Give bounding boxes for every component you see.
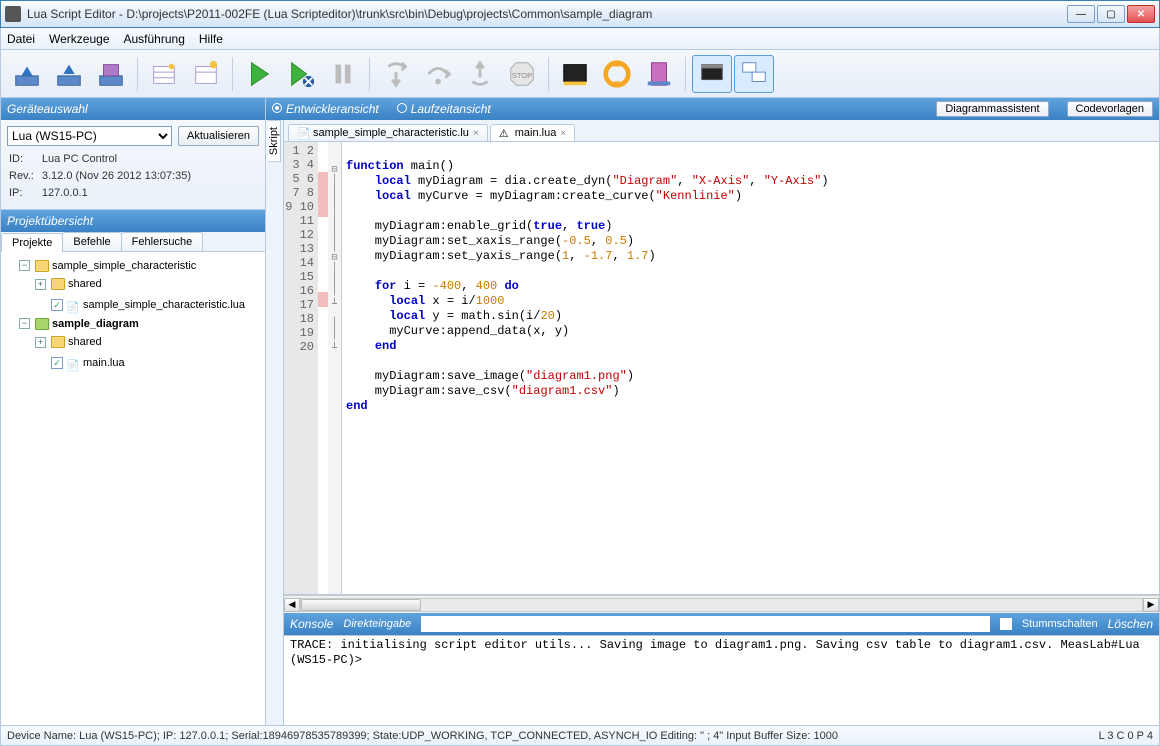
device-info: ID:Lua PC Control Rev.:3.12.0 (Nov 26 20… xyxy=(7,150,193,203)
status-bar: Device Name: Lua (WS15-PC); IP: 127.0.0.… xyxy=(0,726,1160,746)
maximize-button[interactable]: ▢ xyxy=(1097,5,1125,23)
project-tabs: Projekte Befehle Fehlersuche xyxy=(1,232,265,252)
project-panel-header: Projektübersicht xyxy=(1,210,265,232)
console-direct-label: Direkteingabe xyxy=(343,618,411,630)
scroll-thumb[interactable] xyxy=(301,599,421,611)
file-tab-2[interactable]: ⚠main.lua× xyxy=(490,124,575,141)
mute-checkbox[interactable] xyxy=(1000,618,1012,630)
code-editor[interactable]: 1 2 3 4 5 6 7 8 9 10 11 12 13 14 15 16 1… xyxy=(284,142,1159,595)
radio-on-icon[interactable] xyxy=(272,103,282,113)
menu-bar: Datei Werkzeuge Ausführung Hilfe xyxy=(0,28,1160,50)
run-button[interactable] xyxy=(239,55,279,93)
tab-befehle[interactable]: Befehle xyxy=(62,232,121,251)
status-left: Device Name: Lua (WS15-PC); IP: 127.0.0.… xyxy=(7,730,838,742)
sync-icon[interactable] xyxy=(597,55,637,93)
radio-off-icon[interactable] xyxy=(397,103,407,113)
warning-icon: ⚠ xyxy=(499,127,511,139)
refresh-button[interactable]: Aktualisieren xyxy=(178,126,259,146)
checkbox-icon[interactable]: ✓ xyxy=(51,299,63,311)
toolbar: STOP xyxy=(0,50,1160,98)
scroll-right-icon[interactable]: ▶ xyxy=(1143,598,1159,612)
device-panel-header: Geräteauswahl xyxy=(1,98,265,120)
project-tree[interactable]: −sample_simple_characteristic +shared ✓📄… xyxy=(1,252,265,725)
minimize-button[interactable]: — xyxy=(1067,5,1095,23)
window-dark-icon[interactable] xyxy=(692,55,732,93)
expander-icon[interactable]: + xyxy=(35,337,46,348)
stop-button[interactable]: STOP xyxy=(502,55,542,93)
device-select[interactable]: Lua (WS15-PC) xyxy=(7,126,172,146)
device-panel-title: Geräteauswahl xyxy=(7,102,88,116)
code-templates-button[interactable]: Codevorlagen xyxy=(1067,101,1154,117)
folder-icon xyxy=(51,278,65,290)
folder-icon xyxy=(51,336,65,348)
menu-datei[interactable]: Datei xyxy=(7,32,35,46)
tree-project-2[interactable]: sample_diagram xyxy=(52,315,139,333)
skript-sidebar-tab[interactable]: Skript xyxy=(266,120,284,725)
change-marker-gutter xyxy=(318,142,328,594)
tab-fehlersuche[interactable]: Fehlersuche xyxy=(121,232,204,251)
tree-project-1[interactable]: sample_simple_characteristic xyxy=(52,257,196,275)
close-button[interactable]: ✕ xyxy=(1127,5,1155,23)
line-number-gutter: 1 2 3 4 5 6 7 8 9 10 11 12 13 14 15 16 1… xyxy=(284,142,318,594)
view-developer[interactable]: Entwickleransicht xyxy=(272,102,379,116)
file-tab-1[interactable]: 📄sample_simple_characteristic.lu× xyxy=(288,124,488,141)
diagram-assistant-button[interactable]: Diagrammassistent xyxy=(936,101,1048,117)
checkbox-icon[interactable]: ✓ xyxy=(51,357,63,369)
console-output[interactable]: TRACE: initialising script editor utils.… xyxy=(284,635,1159,725)
tree-shared-1[interactable]: shared xyxy=(68,275,102,293)
code-area[interactable]: function main() local myDiagram = dia.cr… xyxy=(342,142,1159,594)
app-icon xyxy=(5,6,21,22)
mute-label: Stummschalten xyxy=(1022,618,1098,630)
tool-purple-icon[interactable] xyxy=(639,55,679,93)
file-tabs: 📄sample_simple_characteristic.lu× ⚠main.… xyxy=(284,120,1159,142)
editor-hscrollbar[interactable]: ◀ ▶ xyxy=(284,595,1159,613)
file-icon: 📄 xyxy=(297,127,309,139)
import-tray-icon[interactable] xyxy=(49,55,89,93)
status-cursor-pos: L 3 C 0 P 4 xyxy=(1099,730,1153,742)
expander-icon[interactable]: − xyxy=(19,260,30,271)
console-input[interactable] xyxy=(421,616,990,632)
view-runtime[interactable]: Laufzeitansicht xyxy=(397,102,491,116)
calendar-sun-icon[interactable] xyxy=(186,55,226,93)
file-icon: 📄 xyxy=(66,299,80,311)
tree-file-1[interactable]: sample_simple_characteristic.lua xyxy=(83,296,245,314)
expander-icon[interactable]: − xyxy=(19,318,30,329)
tree-shared-2[interactable]: shared xyxy=(68,333,102,351)
recent-tray-icon[interactable] xyxy=(91,55,131,93)
menu-ausfuehrung[interactable]: Ausführung xyxy=(124,32,185,46)
scroll-left-icon[interactable]: ◀ xyxy=(284,598,300,612)
terminal-yellow-icon[interactable] xyxy=(555,55,595,93)
pause-button[interactable] xyxy=(323,55,363,93)
menu-hilfe[interactable]: Hilfe xyxy=(199,32,223,46)
view-bar: Entwickleransicht Laufzeitansicht Diagra… xyxy=(266,98,1159,120)
file-icon: 📄 xyxy=(66,357,80,369)
windows-cascade-icon[interactable] xyxy=(734,55,774,93)
fold-gutter[interactable]: ⊟│││││││⊟│││⊥││⊥ xyxy=(328,142,342,594)
window-title: Lua Script Editor - D:\projects\P2011-00… xyxy=(27,7,1067,21)
run-stop-button[interactable] xyxy=(281,55,321,93)
close-tab-icon[interactable]: × xyxy=(473,128,479,139)
clear-console-button[interactable]: Löschen xyxy=(1108,617,1153,631)
tab-projekte[interactable]: Projekte xyxy=(1,233,63,252)
folder-icon xyxy=(35,260,49,272)
calendar-icon[interactable] xyxy=(144,55,184,93)
step-into-icon[interactable] xyxy=(376,55,416,93)
step-over-icon[interactable] xyxy=(418,55,458,93)
open-tray-icon[interactable] xyxy=(7,55,47,93)
folder-active-icon xyxy=(35,318,49,330)
project-panel-title: Projektübersicht xyxy=(7,214,93,228)
step-out-icon[interactable] xyxy=(460,55,500,93)
console-title: Konsole xyxy=(290,617,333,631)
tree-file-2[interactable]: main.lua xyxy=(83,354,125,372)
expander-icon[interactable]: + xyxy=(35,279,46,290)
menu-werkzeuge[interactable]: Werkzeuge xyxy=(49,32,109,46)
window-titlebar: Lua Script Editor - D:\projects\P2011-00… xyxy=(0,0,1160,28)
svg-text:STOP: STOP xyxy=(512,70,532,79)
close-tab-icon[interactable]: × xyxy=(560,128,566,139)
console-header: Konsole Direkteingabe Stummschalten Lösc… xyxy=(284,613,1159,635)
